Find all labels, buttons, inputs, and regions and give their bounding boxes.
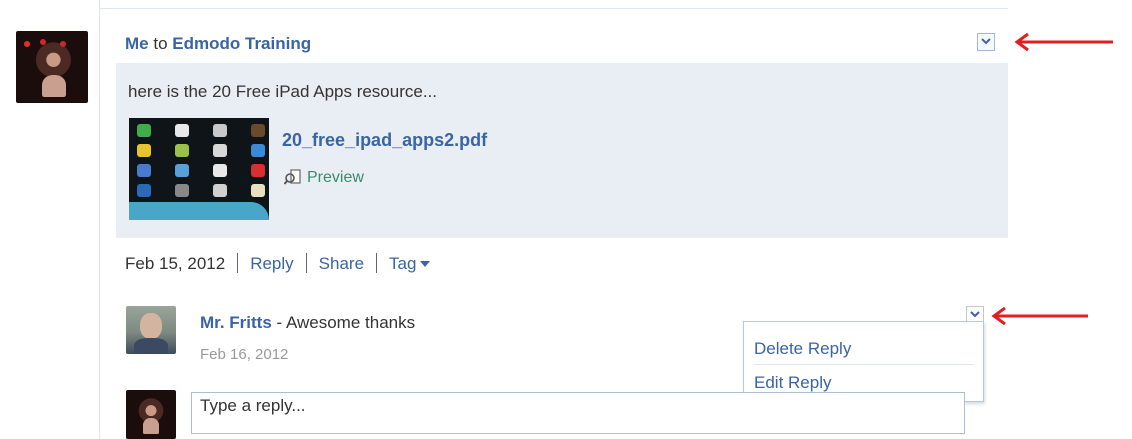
attachment-preview-link[interactable]: Preview [284,168,364,188]
post-options-button[interactable] [977,33,995,51]
reply-separator: - [271,313,286,332]
post-author-link[interactable]: Me [125,34,149,53]
reply-date: Feb 16, 2012 [200,346,289,363]
post-recipient-link[interactable]: Edmodo Training [172,34,311,53]
post-actions-bar: Feb 15, 2012 Reply Share Tag [125,253,431,275]
chevron-down-icon [981,38,991,45]
tag-link: Tag [389,254,417,273]
feed-left-divider [99,0,100,439]
reply-text: Awesome thanks [285,313,416,332]
reply-header: Mr. Fritts - Awesome thanks [200,312,415,334]
menu-divider [754,364,974,365]
post-message-text: here is the 20 Free iPad Apps resource..… [128,82,438,101]
actions-separator [376,253,378,273]
post-author-avatar[interactable] [16,31,88,103]
share-link[interactable]: Share [319,254,364,273]
red-arrow-icon [1014,32,1113,52]
reply-input[interactable] [191,392,965,434]
post-top-divider [100,8,1008,9]
reply-options-button[interactable] [966,306,984,322]
composer-avatar [126,390,176,439]
reply-author-avatar[interactable] [126,306,176,354]
reply-link[interactable]: Reply [250,254,293,273]
actions-separator [305,253,307,273]
reply-options-menu: Delete Reply Edit Reply [743,321,984,402]
preview-label: Preview [307,169,364,186]
preview-magnifier-icon [284,169,301,185]
actions-separator [237,253,239,273]
attachment-thumbnail[interactable] [129,118,269,220]
tag-dropdown[interactable]: Tag [389,254,431,273]
reply-author-link[interactable]: Mr. Fritts [200,313,272,332]
attachment-filename-link[interactable]: 20_free_ipad_apps2.pdf [282,129,487,151]
edit-reply-menu-item[interactable]: Edit Reply [754,372,831,394]
chevron-down-icon [970,311,980,318]
caret-down-icon [420,261,431,267]
post-to-word: to [153,34,168,53]
delete-reply-menu-item[interactable]: Delete Reply [754,338,851,360]
post-date: Feb 15, 2012 [125,254,226,273]
red-arrow-icon [991,306,1088,326]
post-header: Me to Edmodo Training [125,33,311,55]
